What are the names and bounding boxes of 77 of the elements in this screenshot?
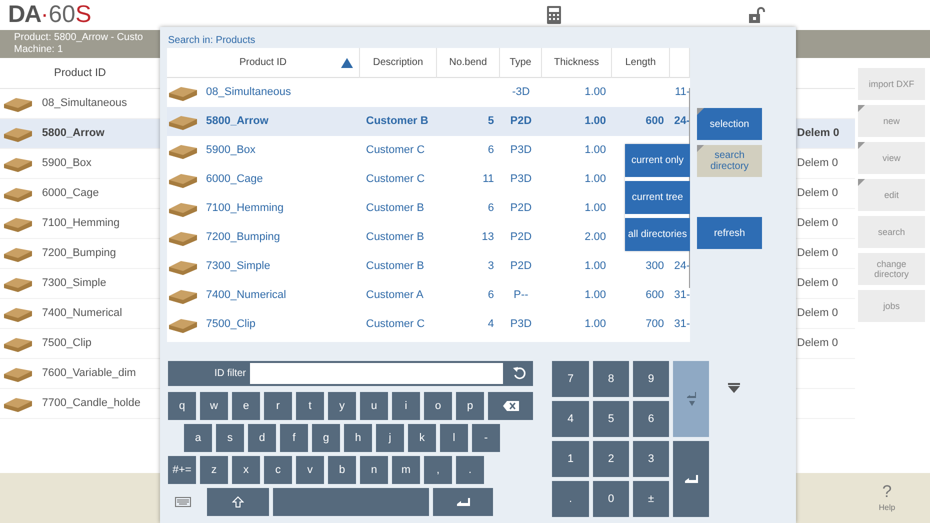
- product-id-text: 7600_Variable_dim: [42, 366, 137, 382]
- machine-tool-text: Delem 0: [797, 156, 839, 172]
- table-cell: 600: [646, 289, 664, 302]
- table-cell: 5800_Arrow: [206, 115, 268, 128]
- table-cell: 6000_Cage: [206, 173, 263, 186]
- table-cell: P2D: [510, 231, 532, 244]
- product-id-text: 08_Simultaneous: [42, 96, 128, 112]
- machine-tool-text: Delem 0: [797, 186, 839, 202]
- table-cell: Customer B: [366, 115, 428, 128]
- table-cell: Customer C: [366, 318, 425, 330]
- table-cell: -3D: [512, 86, 530, 98]
- table-cell: 4: [488, 318, 494, 330]
- table-cell: 31-: [674, 318, 690, 330]
- table-cell: 31-: [674, 289, 690, 302]
- table-cell: P2D: [510, 260, 532, 272]
- table-cell: 5: [488, 115, 494, 128]
- table-cell: P2D: [510, 115, 532, 128]
- table-cell: 1.00: [584, 260, 606, 272]
- product-id-text: 7200_Bumping: [42, 246, 118, 262]
- table-cell: Customer B: [366, 202, 424, 214]
- table-cell: 300: [646, 260, 664, 272]
- table-cell: Customer A: [366, 289, 424, 302]
- product-id-text: 5900_Box: [42, 156, 93, 172]
- table-cell: 3: [488, 260, 494, 272]
- table-cell: 08_Simultaneous: [206, 86, 292, 98]
- table-cell: 24-: [674, 115, 690, 128]
- table-cell: 11-: [674, 86, 690, 98]
- table-cell: Customer C: [366, 173, 425, 186]
- table-cell: P3D: [510, 144, 532, 156]
- table-cell: 6: [488, 144, 494, 156]
- machine-tool-text: Delem 0: [797, 126, 840, 142]
- table-cell: 7300_Simple: [206, 260, 270, 272]
- table-cell: 5900_Box: [206, 144, 256, 156]
- column-header: Product ID: [53, 66, 107, 81]
- table-cell: 600: [646, 115, 664, 128]
- machine-info-text: Machine: 1: [14, 44, 63, 56]
- table-cell: 13: [482, 231, 494, 244]
- table-cell: 7100_Hemming: [206, 202, 284, 214]
- machine-tool-text: Delem 0: [797, 246, 839, 262]
- product-id-text: 5800_Arrow: [42, 126, 106, 142]
- product-id-text: 7100_Hemming: [42, 216, 121, 232]
- table-cell: P3D: [510, 173, 532, 186]
- table-cell: 1.00: [584, 115, 606, 128]
- dialog-title: Search in: Products: [167, 34, 256, 48]
- table-cell: P--: [514, 289, 528, 302]
- table-cell: Customer C: [366, 144, 425, 156]
- table-cell: P2D: [510, 202, 532, 214]
- table-cell: 11: [482, 173, 494, 186]
- table-cell: 1.00: [584, 173, 606, 186]
- table-cell: 700: [646, 318, 664, 330]
- brand-logo: DA·60S: [7, 3, 92, 27]
- table-cell: 1.00: [584, 318, 606, 330]
- table-cell: 6: [488, 202, 494, 214]
- table-cell: P3D: [510, 318, 532, 330]
- table-cell: 24-: [674, 260, 690, 272]
- table-cell: 1.00: [584, 202, 606, 214]
- machine-tool-text: Delem 0: [797, 216, 839, 232]
- table-cell: 7200_Bumping: [206, 231, 280, 244]
- product-id-text: 7500_Clip: [42, 336, 93, 352]
- table-cell: 7500_Clip: [206, 318, 256, 330]
- table-cell: 1.00: [584, 86, 606, 98]
- filter-label: ID filter: [213, 367, 247, 381]
- machine-tool-text: Delem 0: [797, 306, 839, 322]
- table-cell: 7400_Numerical: [206, 289, 286, 302]
- table-cell: Customer B: [366, 231, 424, 244]
- product-info-text: Product: 5800_Arrow - Custo: [14, 32, 143, 44]
- product-id-text: 6000_Cage: [42, 186, 100, 202]
- product-id-text: 7400_Numerical: [42, 306, 124, 322]
- product-id-text: 7300_Simple: [42, 276, 108, 292]
- machine-tool-text: Delem 0: [797, 336, 839, 352]
- table-cell: 1.00: [584, 289, 606, 302]
- product-id-text: 7700_Candle_holde: [42, 396, 142, 412]
- machine-tool-text: Delem 0: [797, 276, 839, 292]
- table-cell: 1.00: [584, 144, 606, 156]
- table-cell: 6: [488, 289, 494, 302]
- table-cell: Customer B: [366, 260, 424, 272]
- table-cell: 2.00: [584, 231, 606, 244]
